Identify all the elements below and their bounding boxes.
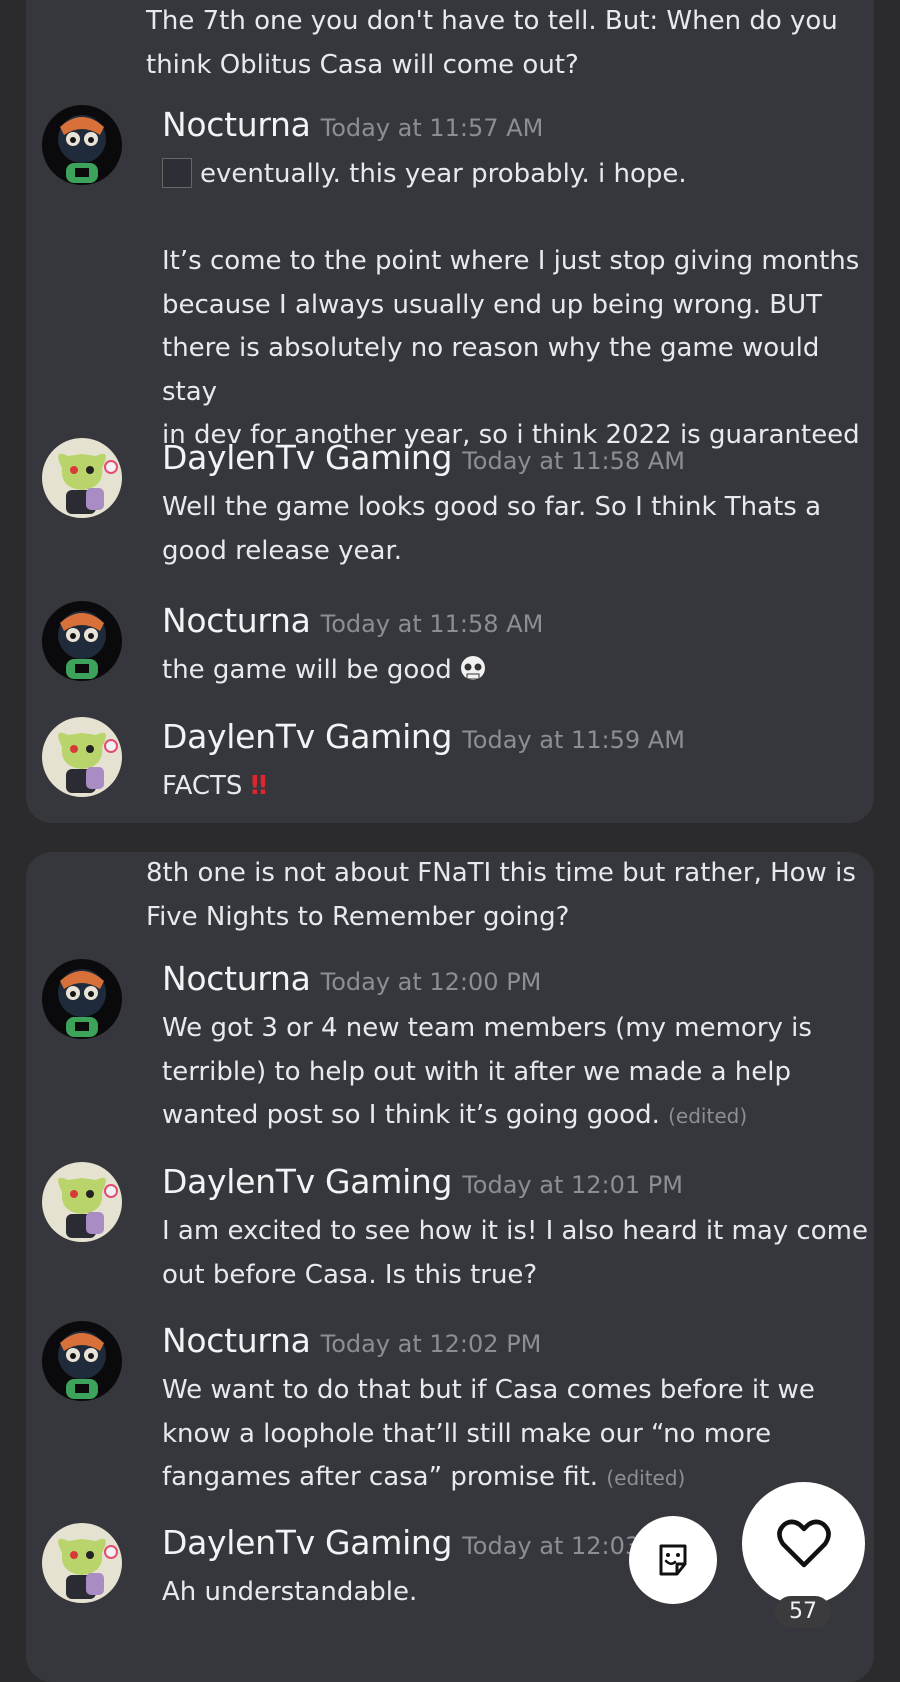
like-count-badge: 57 <box>775 1596 831 1628</box>
double-exclamation-emoji: ‼ <box>250 771 267 801</box>
avatar[interactable] <box>42 601 122 681</box>
author-name[interactable]: DaylenTv Gaming <box>162 438 453 477</box>
timestamp: Today at 11:58 AM <box>462 447 685 475</box>
message-body: the game will be good <box>162 649 872 699</box>
timestamp: Today at 12:01 PM <box>462 1171 683 1199</box>
daylen-avatar-art <box>58 1177 106 1238</box>
message-body: I am excited to see how it is! I also he… <box>162 1216 868 1290</box>
nocturna-avatar-art <box>58 611 106 679</box>
timestamp: Today at 11:59 AM <box>462 726 685 754</box>
sticker-icon <box>659 1544 687 1576</box>
heart-icon <box>776 1519 831 1567</box>
author-name[interactable]: DaylenTv Gaming <box>162 717 453 756</box>
status-heart-icon <box>104 1545 118 1559</box>
message-body: We want to do that but if Casa comes bef… <box>162 1375 815 1492</box>
continuation-text: The 7th one you don't have to tell. But:… <box>146 6 838 80</box>
avatar[interactable] <box>42 1523 122 1603</box>
avatar[interactable] <box>42 105 122 185</box>
message-body: FACTS ‼ <box>162 771 267 801</box>
avatar[interactable] <box>42 717 122 797</box>
edited-tag: (edited) <box>668 1104 748 1128</box>
nocturna-avatar-art <box>58 1331 106 1399</box>
status-heart-icon <box>104 460 118 474</box>
timestamp: Today at 11:57 AM <box>320 114 544 142</box>
status-heart-icon <box>104 1184 118 1198</box>
avatar[interactable] <box>42 1162 122 1242</box>
like-button[interactable] <box>742 1482 865 1605</box>
nocturna-avatar-art <box>58 969 106 1037</box>
timestamp: Today at 12:02 PM <box>320 1330 542 1358</box>
message-body: eventually. this year probably. i hope. … <box>162 158 860 450</box>
author-name[interactable]: Nocturna <box>162 105 311 144</box>
author-name[interactable]: Nocturna <box>162 959 311 998</box>
avatar[interactable] <box>42 959 122 1039</box>
continuation-text: 8th one is not about FNaTI this time but… <box>146 858 856 932</box>
skull-emoji-icon <box>458 654 488 699</box>
status-heart-icon <box>104 739 118 753</box>
daylen-avatar-art <box>58 453 106 514</box>
nocturna-avatar-art <box>58 115 106 183</box>
edited-tag: (edited) <box>606 1466 686 1490</box>
timestamp: Today at 12:00 PM <box>320 968 542 996</box>
author-name[interactable]: Nocturna <box>162 1321 311 1360</box>
message-card: The 7th one you don't have to tell. But:… <box>26 0 874 823</box>
timestamp: Today at 11:58 AM <box>320 610 544 638</box>
avatar[interactable] <box>42 1321 122 1401</box>
message-body: Well the game looks good so far. So I th… <box>162 492 822 566</box>
daylen-avatar-art <box>58 1538 106 1599</box>
author-name[interactable]: DaylenTv Gaming <box>162 1523 453 1562</box>
sticker-button[interactable] <box>629 1516 717 1604</box>
message-body: We got 3 or 4 new team members (my memor… <box>162 1013 812 1130</box>
daylen-avatar-art <box>58 732 106 793</box>
author-name[interactable]: DaylenTv Gaming <box>162 1162 453 1201</box>
custom-emoji-icon <box>162 158 192 188</box>
avatar[interactable] <box>42 438 122 518</box>
author-name[interactable]: Nocturna <box>162 601 311 640</box>
